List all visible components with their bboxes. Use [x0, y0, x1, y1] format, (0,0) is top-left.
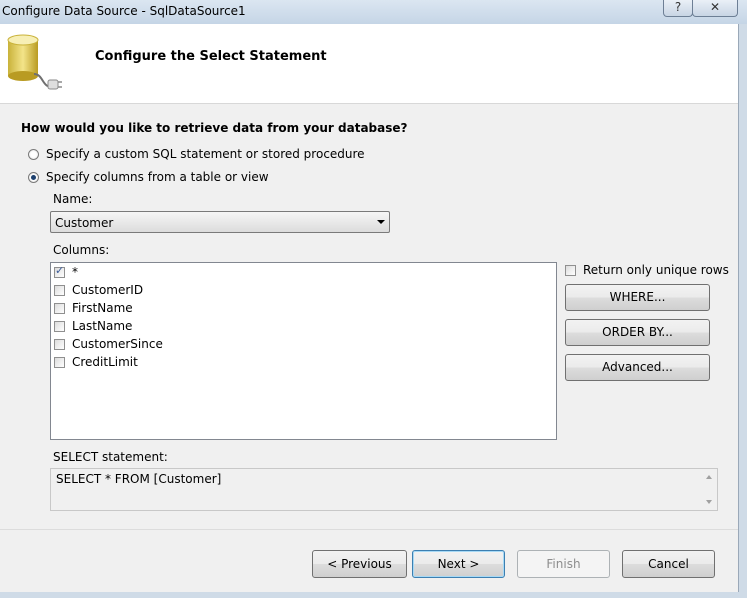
- columns-list[interactable]: * CustomerID FirstName LastName Customer…: [50, 262, 557, 440]
- name-label: Name:: [53, 192, 93, 206]
- column-label: *: [72, 265, 78, 279]
- unique-rows-checkbox[interactable]: [565, 264, 576, 276]
- columns-option-label: Specify columns from a table or view: [46, 170, 269, 184]
- column-item[interactable]: CreditLimit: [54, 354, 138, 370]
- scroll-up-icon[interactable]: [706, 475, 712, 479]
- column-label: CreditLimit: [72, 355, 138, 369]
- custom-sql-label: Specify a custom SQL statement or stored…: [46, 147, 365, 161]
- previous-button[interactable]: < Previous: [312, 550, 407, 578]
- where-button[interactable]: WHERE...: [565, 284, 710, 311]
- close-button[interactable]: ✕: [692, 0, 738, 17]
- custom-sql-radio[interactable]: [28, 148, 39, 160]
- column-label: CustomerID: [72, 283, 144, 297]
- columns-label: Columns:: [53, 243, 110, 257]
- select-statement-box[interactable]: SELECT * FROM [Customer]: [50, 468, 718, 511]
- column-item[interactable]: *: [54, 264, 78, 280]
- finish-button[interactable]: Finish: [517, 550, 610, 578]
- column-item[interactable]: CustomerID: [54, 282, 143, 298]
- column-item[interactable]: FirstName: [54, 300, 133, 316]
- column-label: LastName: [72, 319, 133, 333]
- unique-rows-label: Return only unique rows: [583, 263, 729, 277]
- table-name-select[interactable]: Customer: [50, 211, 390, 233]
- page-title: Configure the Select Statement: [95, 49, 327, 64]
- column-label: CustomerSince: [72, 337, 163, 351]
- column-label: FirstName: [72, 301, 133, 315]
- chevron-down-icon: [377, 220, 385, 224]
- select-statement-text: SELECT * FROM [Customer]: [56, 472, 222, 486]
- advanced-button[interactable]: Advanced...: [565, 354, 710, 381]
- help-button[interactable]: ?: [663, 0, 693, 17]
- order-by-button[interactable]: ORDER BY...: [565, 319, 710, 346]
- question-text: How would you like to retrieve data from…: [21, 121, 408, 135]
- custom-sql-option[interactable]: Specify a custom SQL statement or stored…: [28, 146, 365, 162]
- column-checkbox[interactable]: [54, 264, 65, 278]
- column-item[interactable]: CustomerSince: [54, 336, 163, 352]
- column-checkbox[interactable]: [54, 356, 65, 368]
- column-checkbox[interactable]: [54, 284, 65, 296]
- columns-option[interactable]: Specify columns from a table or view: [28, 169, 269, 185]
- column-checkbox[interactable]: [54, 302, 65, 314]
- statement-scrollbar[interactable]: [702, 469, 717, 510]
- column-checkbox[interactable]: [54, 338, 65, 350]
- dialog-body: Configure the Select Statement How would…: [0, 24, 739, 592]
- select-statement-label: SELECT statement:: [53, 450, 168, 464]
- footer-divider: [0, 529, 738, 530]
- column-item[interactable]: LastName: [54, 318, 132, 334]
- database-connection-icon: [4, 30, 64, 94]
- unique-rows-option[interactable]: Return only unique rows: [565, 263, 729, 277]
- columns-radio[interactable]: [28, 171, 39, 183]
- scroll-down-icon[interactable]: [706, 500, 712, 504]
- column-checkbox[interactable]: [54, 320, 65, 332]
- cancel-button[interactable]: Cancel: [622, 550, 715, 578]
- table-name-value: Customer: [55, 216, 114, 230]
- title-bar: Configure Data Source - SqlDataSource1 ?…: [0, 0, 747, 24]
- window-title: Configure Data Source - SqlDataSource1: [2, 4, 246, 18]
- next-button[interactable]: Next >: [412, 550, 505, 578]
- wizard-header: Configure the Select Statement: [0, 24, 738, 104]
